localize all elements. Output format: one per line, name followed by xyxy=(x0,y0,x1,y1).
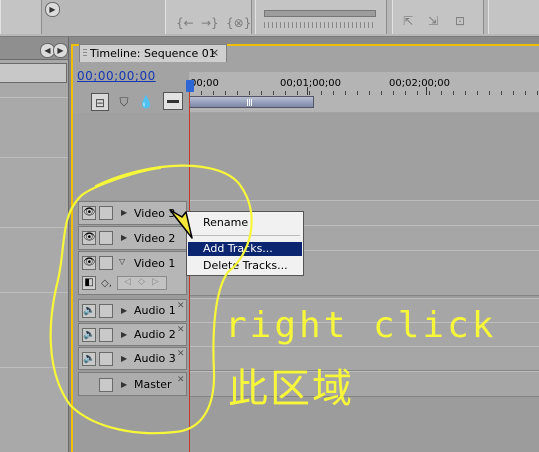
lock-toggle[interactable] xyxy=(99,206,113,220)
snap-icon[interactable]: ⊟ xyxy=(91,93,109,111)
context-menu: Rename Add Tracks... Delete Tracks... xyxy=(186,211,304,276)
next-keyframe-icon[interactable]: ▷ xyxy=(152,277,159,287)
work-area-grip-icon[interactable] xyxy=(247,99,253,106)
lock-toggle[interactable] xyxy=(99,378,113,392)
stereo-icon: ✕ xyxy=(177,325,185,335)
expand-triangle-icon[interactable]: ▶ xyxy=(121,380,127,389)
tab-title: Timeline: Sequence 01 xyxy=(90,47,216,60)
expand-triangle-icon[interactable]: ▶ xyxy=(121,354,127,363)
expand-triangle-icon[interactable]: ▶ xyxy=(121,330,127,339)
prev-keyframe-icon[interactable]: ◁ xyxy=(124,277,131,287)
track-header-audio-1[interactable]: 🔈 ▶ Audio 1 ✕ xyxy=(78,299,187,322)
tab-timeline-sequence[interactable]: Timeline: Sequence 01 × xyxy=(79,44,227,62)
marker-icon[interactable]: ⛉ xyxy=(115,93,133,111)
droplet-icon[interactable]: 💧 xyxy=(137,93,155,111)
divider xyxy=(0,157,68,158)
toolbar-group-left xyxy=(0,0,42,34)
lock-toggle[interactable] xyxy=(99,304,113,318)
track-label: Audio 1 xyxy=(134,304,176,317)
zoom-slider-icon xyxy=(167,100,179,103)
zoom-control[interactable] xyxy=(163,92,183,110)
menu-item-rename[interactable]: Rename xyxy=(188,216,302,230)
track-header-video-1[interactable]: 👁 ▽ Video 1 ◧ ◇, ◁ ◇ ▷ xyxy=(78,251,187,295)
left-panel: ◀ ▶ xyxy=(0,37,69,452)
timecode-display[interactable]: 00;00;00;00 xyxy=(77,69,156,83)
track-label: Video 1 xyxy=(134,257,176,270)
eye-icon[interactable]: 👁 xyxy=(82,231,96,245)
eye-icon[interactable]: 👁 xyxy=(82,206,96,220)
scroll-right-button[interactable]: ▶ xyxy=(53,43,68,58)
stereo-icon: ✕ xyxy=(177,375,185,385)
track-label: Audio 2 xyxy=(134,328,176,341)
expand-triangle-icon[interactable]: ▶ xyxy=(121,233,127,242)
track-header-audio-2[interactable]: 🔈 ▶ Audio 2 ✕ xyxy=(78,323,187,346)
track-label: Audio 3 xyxy=(134,352,176,365)
keyframe-icon[interactable]: ◇, xyxy=(101,278,112,289)
toolbar-group-nav: {← →} {⊗} xyxy=(165,0,252,34)
lock-toggle[interactable] xyxy=(99,256,113,270)
top-toolbar: ▶ {← →} {⊗} ⇱ ⇲ ⊡ xyxy=(0,0,539,37)
jog-slider[interactable] xyxy=(264,10,376,17)
divider xyxy=(0,227,68,228)
mouse-cursor-icon xyxy=(169,209,193,239)
divider xyxy=(0,292,68,293)
track-header-audio-3[interactable]: 🔈 ▶ Audio 3 ✕ xyxy=(78,347,187,370)
step-back-icon[interactable]: {← xyxy=(176,16,194,30)
export-frame-icon[interactable]: ⊡ xyxy=(455,14,465,28)
collapse-triangle-icon[interactable]: ▽ xyxy=(119,257,125,266)
display-style-icon[interactable]: ◧ xyxy=(82,276,96,290)
speaker-icon[interactable]: 🔈 xyxy=(82,304,96,318)
speaker-icon[interactable]: 🔈 xyxy=(82,328,96,342)
step-forward-icon[interactable]: →} xyxy=(201,16,219,30)
lock-toggle[interactable] xyxy=(99,352,113,366)
track-label: Master xyxy=(134,378,172,391)
annotation-text-line2: 此区域 xyxy=(228,366,354,412)
expand-triangle-icon[interactable]: ▶ xyxy=(121,306,127,315)
ruler-label-1: 00;01;00;00 xyxy=(280,78,342,89)
keyframe-nav[interactable]: ◁ ◇ ▷ xyxy=(117,276,167,290)
ruler-minor-ticks xyxy=(189,91,539,95)
left-panel-field[interactable] xyxy=(0,63,67,83)
expand-triangle-icon[interactable]: ▶ xyxy=(121,208,127,217)
annotation-text-line1: right click xyxy=(225,305,497,346)
playhead-handle[interactable] xyxy=(186,80,194,92)
lock-toggle[interactable] xyxy=(99,231,113,245)
eye-icon[interactable]: 👁 xyxy=(82,256,96,270)
close-icon[interactable]: × xyxy=(210,46,219,59)
add-keyframe-icon[interactable]: ◇ xyxy=(138,277,145,287)
work-area-bar[interactable] xyxy=(189,96,314,108)
panel-menu-button[interactable]: ▶ xyxy=(45,2,60,17)
extract-icon[interactable]: ⇲ xyxy=(428,14,438,28)
lift-icon[interactable]: ⇱ xyxy=(403,14,413,28)
menu-separator xyxy=(190,235,300,236)
divider xyxy=(0,97,68,98)
menu-item-add-tracks[interactable]: Add Tracks... xyxy=(188,242,302,256)
toolbar-group-edit: ⇱ ⇲ ⊡ xyxy=(392,0,484,34)
speaker-icon[interactable]: 🔈 xyxy=(82,352,96,366)
track-area-empty xyxy=(73,113,539,200)
loop-icon[interactable]: {⊗} xyxy=(226,16,251,30)
tab-grip-icon[interactable] xyxy=(83,49,87,58)
ruler-label-0: 00;00 xyxy=(190,78,219,89)
menu-item-delete-tracks[interactable]: Delete Tracks... xyxy=(188,259,302,273)
stereo-icon: ✕ xyxy=(177,301,185,311)
toolbar-group-transport xyxy=(255,0,387,34)
toolbar-group-right xyxy=(488,0,539,34)
ruler-label-2: 00;02;00;00 xyxy=(389,78,451,89)
divider xyxy=(0,367,68,368)
track-header-master[interactable]: ▶ Master ✕ xyxy=(78,372,187,396)
lock-toggle[interactable] xyxy=(99,328,113,342)
stereo-icon: ✕ xyxy=(177,349,185,359)
shuttle-slider[interactable] xyxy=(264,22,374,28)
